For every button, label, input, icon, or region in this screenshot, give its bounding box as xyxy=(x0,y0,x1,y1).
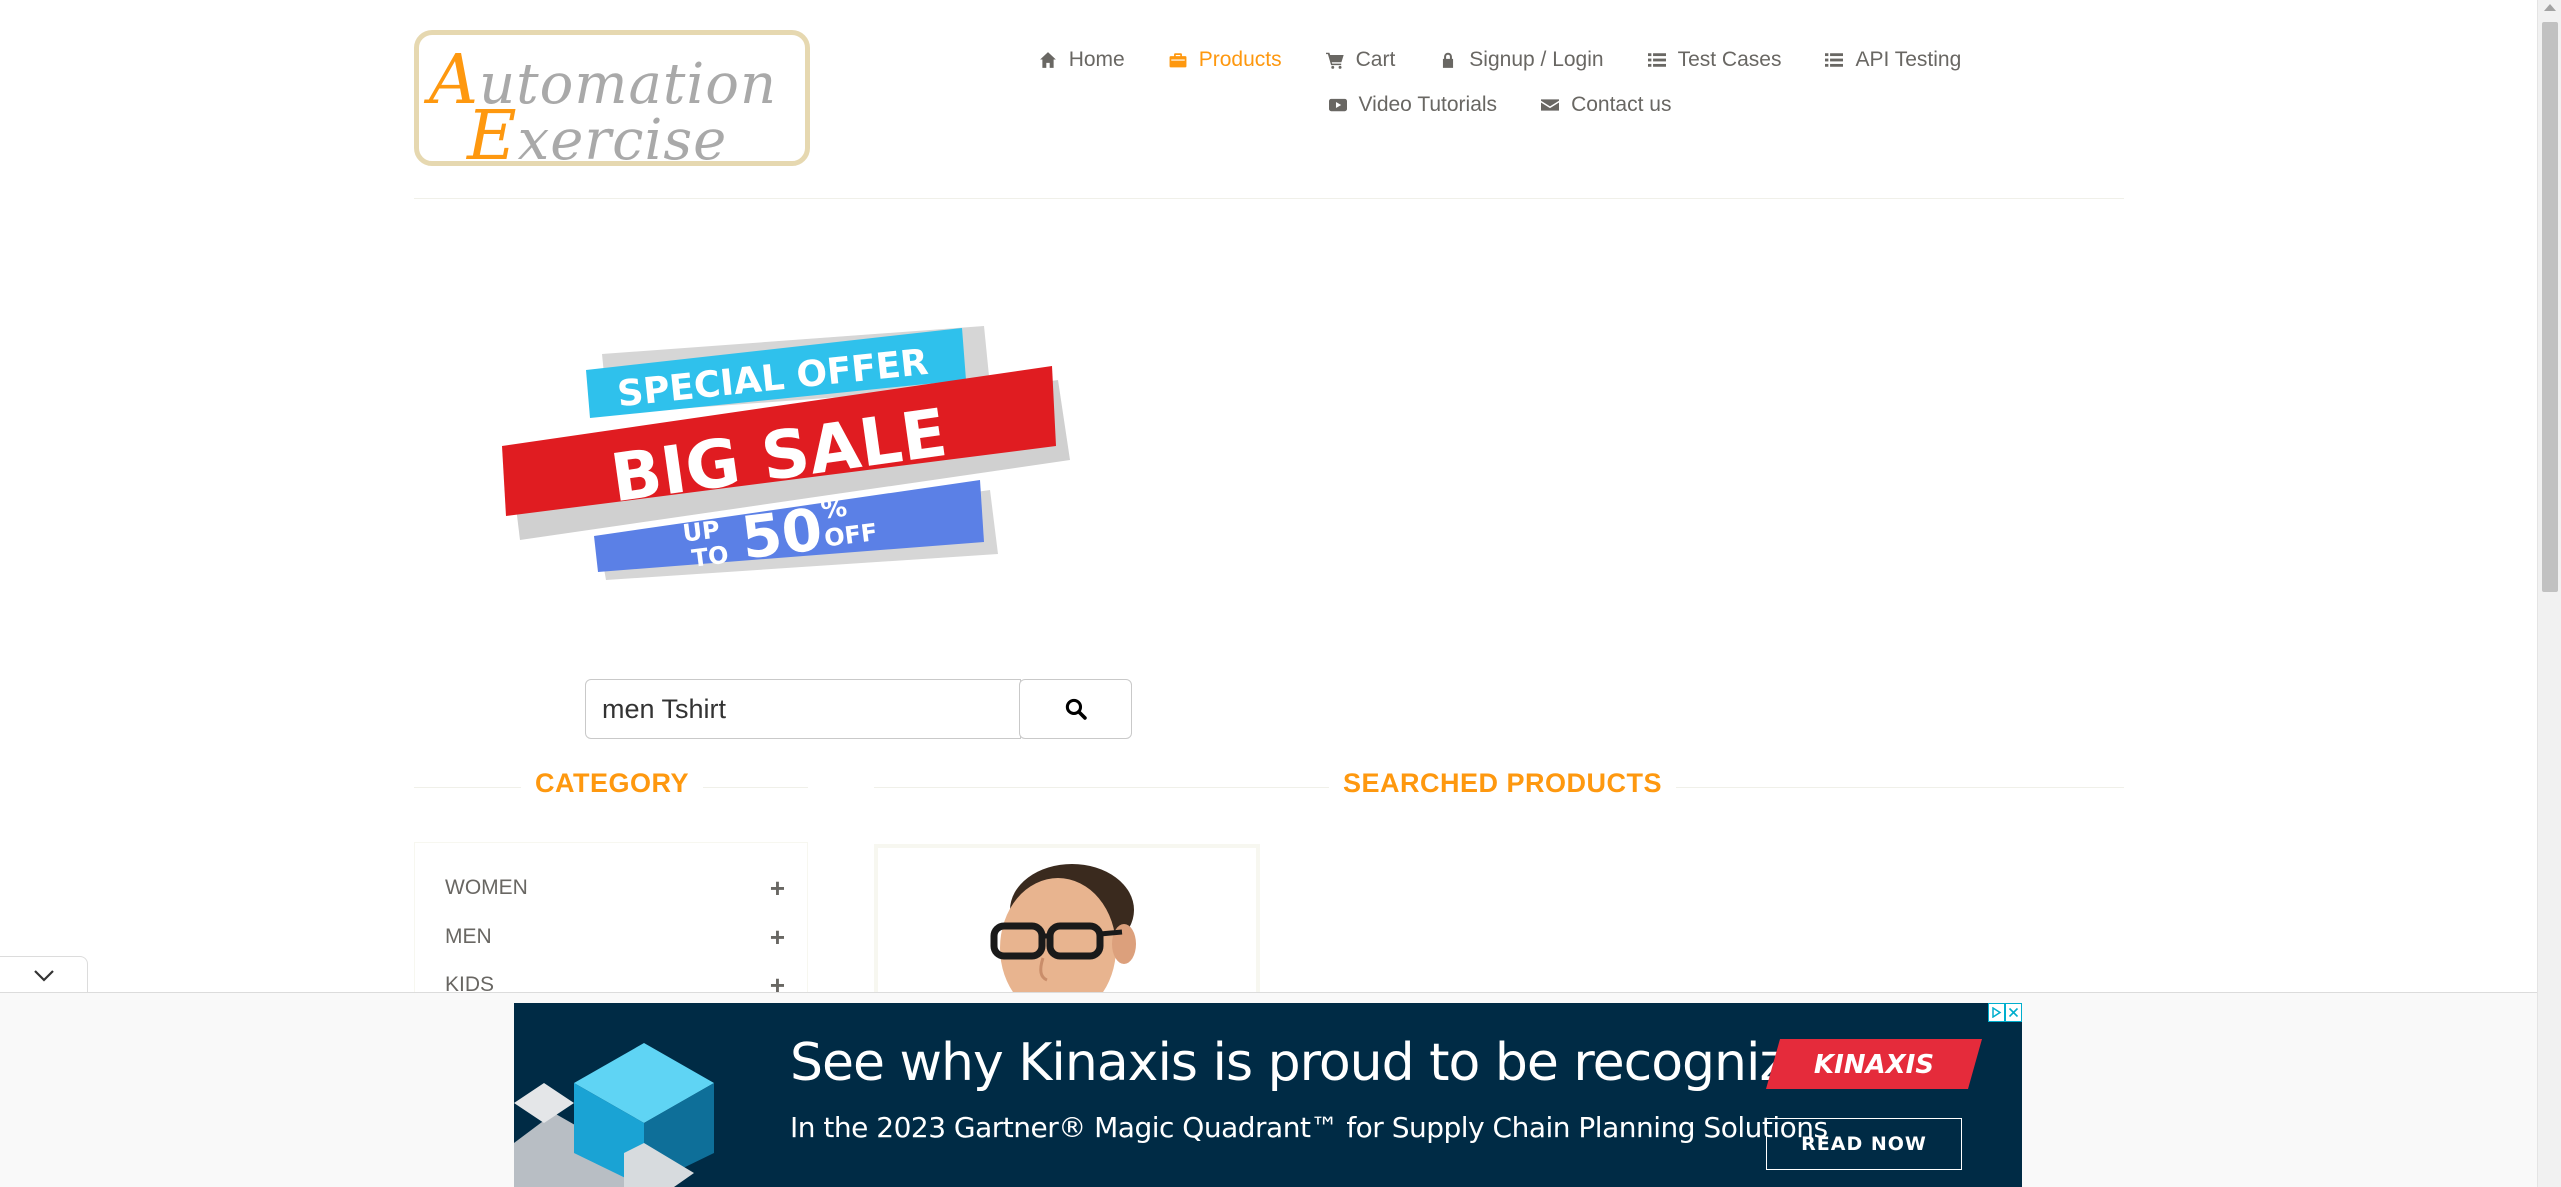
category-panel: WOMEN + MEN + KIDS + xyxy=(414,842,808,1002)
lock-icon xyxy=(1443,52,1454,68)
category-women-label: WOMEN xyxy=(445,876,528,899)
nav-contact-label: Contact us xyxy=(1571,93,1672,116)
ad-subline: In the 2023 Gartner® Magic Quadrant™ for… xyxy=(790,1111,1828,1144)
scrollbar-thumb[interactable] xyxy=(2542,22,2558,592)
nav-video-tutorials[interactable]: Video Tutorials xyxy=(1328,93,1498,117)
briefcase-icon xyxy=(1169,53,1187,68)
plus-icon[interactable]: + xyxy=(770,875,785,901)
nav-cart[interactable]: Cart xyxy=(1325,48,1396,72)
nav-signup-label: Signup / Login xyxy=(1469,48,1604,71)
home-icon xyxy=(1039,52,1056,68)
nav-products-label: Products xyxy=(1198,48,1282,71)
banner-amount: 50 xyxy=(738,495,826,572)
ad-banner[interactable]: See why Kinaxis is proud to be recognize… xyxy=(514,1003,2022,1187)
plus-icon[interactable]: + xyxy=(770,924,785,950)
chevron-down-icon xyxy=(33,969,54,982)
product-image xyxy=(878,848,1256,1004)
envelope-icon xyxy=(1541,99,1560,111)
nav-row-1: Home Products Cart Signup / Login Test C… xyxy=(1000,40,2000,80)
searched-products-title: SEARCHED PRODUCTS xyxy=(1329,768,1677,799)
nav-test-cases-label: Test Cases xyxy=(1677,48,1782,71)
nav-api-testing-label: API Testing xyxy=(1855,48,1962,71)
banner-to: TO xyxy=(690,541,730,573)
list-icon xyxy=(1647,53,1666,67)
search-button[interactable] xyxy=(1019,679,1132,739)
read-now-button[interactable]: READ NOW xyxy=(1766,1118,1962,1170)
category-women[interactable]: WOMEN + xyxy=(445,875,785,901)
nav-home-label: Home xyxy=(1068,48,1125,71)
banner-percent: % xyxy=(819,493,849,526)
svg-text:KINAXIS: KINAXIS xyxy=(1814,1050,1934,1080)
nav-api-testing[interactable]: API Testing xyxy=(1825,48,1961,72)
cube-graphic xyxy=(514,1043,714,1187)
sale-banner[interactable]: SPECIAL OFFER BIG SALE UP TO 50 % OFF xyxy=(490,318,1090,588)
category-title: CATEGORY xyxy=(521,768,704,799)
youtube-play-icon xyxy=(1328,98,1347,112)
header-divider xyxy=(414,198,2124,199)
category-men[interactable]: MEN + xyxy=(445,924,785,950)
close-icon[interactable] xyxy=(2005,1003,2022,1022)
cart-icon xyxy=(1325,52,1344,69)
list-icon xyxy=(1825,53,1844,67)
ad-headline: See why Kinaxis is proud to be recognize… xyxy=(790,1033,1850,1093)
nav-cart-label: Cart xyxy=(1355,48,1396,71)
scroll-up-icon[interactable] xyxy=(2544,4,2556,11)
nav-video-label: Video Tutorials xyxy=(1358,93,1498,116)
search-input[interactable]: men Tshirt xyxy=(585,679,1021,739)
adchoices-icon[interactable] xyxy=(1988,1003,2005,1022)
page-scrollbar[interactable] xyxy=(2537,0,2561,1187)
product-card[interactable] xyxy=(874,844,1260,1004)
nav-contact-us[interactable]: Contact us xyxy=(1541,93,1671,117)
logo-line2: Exercise xyxy=(467,97,728,176)
kinaxis-logo: KINAXIS xyxy=(1766,1039,1982,1089)
main-nav: Home Products Cart Signup / Login Test C… xyxy=(1000,40,2000,125)
category-men-label: MEN xyxy=(445,925,492,948)
nav-test-cases[interactable]: Test Cases xyxy=(1647,48,1782,72)
ad-controls xyxy=(1988,1003,2022,1022)
ad-collapse-tab[interactable] xyxy=(0,956,88,994)
site-logo[interactable]: Automation Exercise xyxy=(414,30,810,176)
nav-row-2: Video Tutorials Contact us xyxy=(1000,85,2000,125)
nav-signup-login[interactable]: Signup / Login xyxy=(1439,48,1604,72)
nav-products[interactable]: Products xyxy=(1169,48,1282,72)
search-icon xyxy=(1065,698,1087,720)
nav-home[interactable]: Home xyxy=(1039,48,1125,72)
